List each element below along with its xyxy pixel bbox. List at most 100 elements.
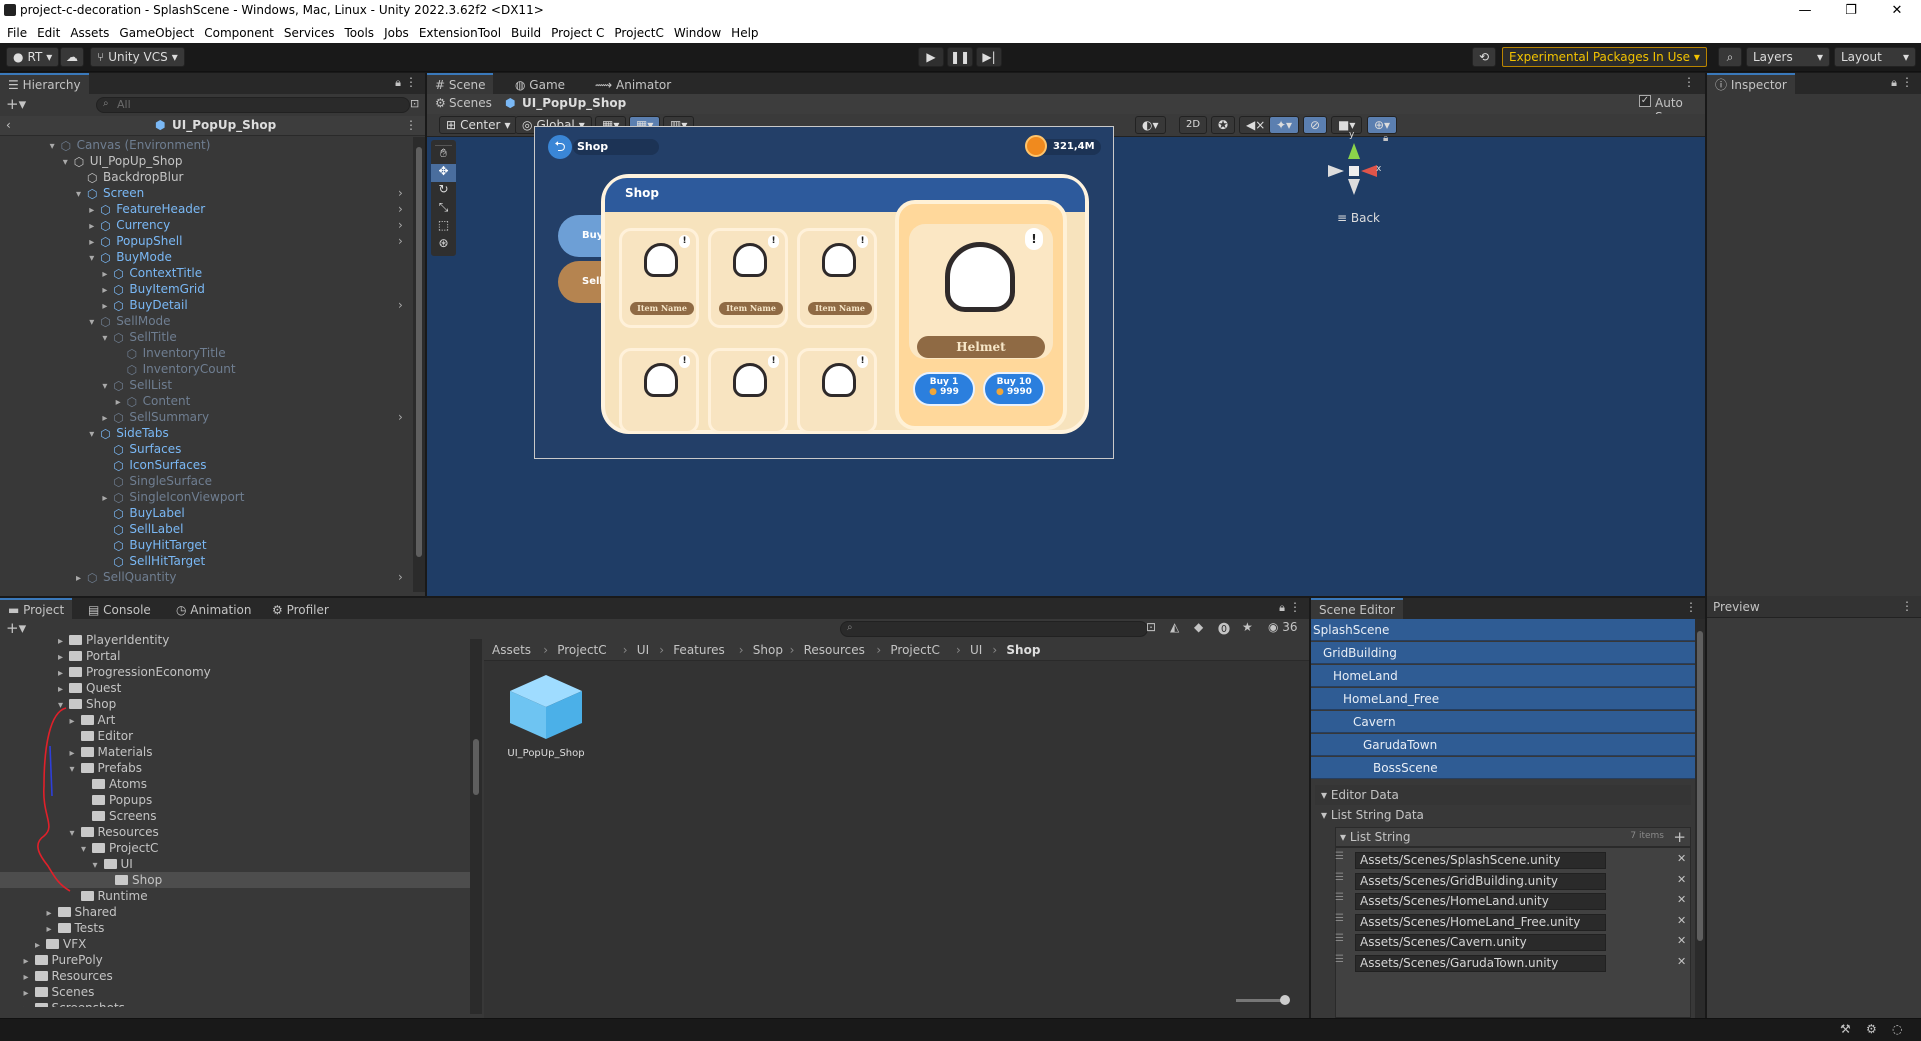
drag-handle-icon[interactable]: ☰ <box>1335 851 1344 862</box>
experimental-packages-dropdown[interactable]: Experimental Packages In Use ▾ <box>1502 47 1707 67</box>
tab-animation[interactable]: ◷ Animation <box>168 598 260 619</box>
auto-save-checkbox[interactable]: ✓ <box>1639 95 1651 107</box>
hierarchy-row[interactable]: ▸ ⬡ Content <box>0 393 412 409</box>
scene-button[interactable]: GarudaTown <box>1311 734 1695 756</box>
bug-icon[interactable]: ⚒ <box>1840 1022 1851 1036</box>
hierarchy-row[interactable]: ▸ ⬡ Currency › <box>0 217 412 233</box>
list-string-header[interactable]: ▾ List String 7 items + <box>1335 827 1691 847</box>
hierarchy-row[interactable]: ⬡ Surfaces <box>0 441 412 457</box>
editor-data-foldout[interactable]: ▾ Editor Data <box>1315 785 1691 805</box>
favorite-star-icon[interactable]: ★ <box>1242 620 1253 634</box>
activity-icon[interactable]: ◌ <box>1892 1022 1902 1036</box>
tab-inspector[interactable]: ⓘ Inspector <box>1707 73 1795 94</box>
remove-item-icon[interactable]: ✕ <box>1677 852 1686 865</box>
pivot-dropdown[interactable]: ⊞ Center ▾ <box>439 116 518 134</box>
lighting-button[interactable]: ✪ <box>1211 116 1236 134</box>
scene-editor-scrollbar[interactable] <box>1695 619 1705 1018</box>
info-badge[interactable]: ! <box>1025 228 1043 250</box>
add-item-icon[interactable]: + <box>1673 828 1686 846</box>
remove-item-icon[interactable]: ✕ <box>1677 873 1686 886</box>
lock-icon[interactable]: 🔒︎ <box>395 76 401 90</box>
hierarchy-row[interactable]: ▾ ⬡ SellMode <box>0 313 412 329</box>
network-icon[interactable]: ⚙ <box>1866 1022 1877 1036</box>
hierarchy-row[interactable]: ▾ ⬡ BuyMode <box>0 249 412 265</box>
scene-button[interactable]: HomeLand_Free <box>1311 688 1695 710</box>
shop-item-card[interactable]: ! <box>708 348 788 434</box>
error-filter-icon[interactable]: ⓿ <box>1218 620 1230 637</box>
tab-hierarchy[interactable]: ☰ Hierarchy <box>0 73 89 94</box>
list-string-item[interactable]: Assets/Scenes/HomeLand_Free.unity <box>1355 913 1606 931</box>
scene-button[interactable]: HomeLand <box>1311 665 1695 687</box>
lock-icon[interactable]: 🔒︎ <box>1279 601 1285 615</box>
project-folder-row[interactable]: ▸ Tests <box>0 920 470 936</box>
chevron-right-icon[interactable]: › <box>398 297 403 313</box>
shop-item-card[interactable]: ! <box>619 348 699 434</box>
filter-type-icon[interactable]: ◭ <box>1170 620 1179 634</box>
info-badge[interactable]: ! <box>857 355 868 368</box>
audio-button[interactable]: ◀× <box>1239 116 1273 134</box>
tab-scene[interactable]: # Scene <box>427 73 494 94</box>
draw-mode-dropdown[interactable]: ◐▾ <box>1135 116 1166 134</box>
hierarchy-scrollbar[interactable] <box>413 137 425 592</box>
breadcrumb-item[interactable]: Assets <box>492 643 531 657</box>
breadcrumb-item[interactable]: Features <box>673 643 725 657</box>
list-string-data-foldout[interactable]: ▾ List String Data <box>1315 805 1691 825</box>
lock-icon[interactable]: 🔒︎ <box>1891 76 1897 90</box>
project-folder-row[interactable]: ▸ PlayerIdentity <box>0 632 470 648</box>
account-dropdown[interactable]: ● RT ▾ <box>6 47 60 67</box>
info-badge[interactable]: ! <box>857 235 868 248</box>
kebab-menu-icon[interactable]: ⋮ <box>1289 600 1301 614</box>
vcs-dropdown[interactable]: ⑂ Unity VCS ▾ <box>90 47 185 67</box>
shop-item-card[interactable]: ! Item Name <box>708 228 788 328</box>
hierarchy-row[interactable]: ▾ ⬡ UI_PopUp_Shop <box>0 153 412 169</box>
menu-extensiontool[interactable]: ExtensionTool <box>414 23 506 43</box>
hierarchy-row[interactable]: ▾ ⬡ Screen › <box>0 185 412 201</box>
hierarchy-row[interactable]: ▸ ⬡ FeatureHeader › <box>0 201 412 217</box>
label-icon[interactable]: ◆ <box>1194 620 1203 634</box>
hierarchy-row[interactable]: ⬡ IconSurfaces <box>0 457 412 473</box>
menu-services[interactable]: Services <box>279 23 340 43</box>
project-search-input[interactable]: ⌕ <box>840 621 1148 637</box>
scene-button[interactable]: SplashScene <box>1311 619 1695 641</box>
menu-assets[interactable]: Assets <box>65 23 114 43</box>
chevron-right-icon[interactable]: › <box>398 569 403 585</box>
tab-console[interactable]: ▤ Console <box>80 598 159 619</box>
breadcrumb-item[interactable]: ProjectC <box>557 643 606 657</box>
info-badge[interactable]: ! <box>768 235 779 248</box>
list-string-item[interactable]: Assets/Scenes/SplashScene.unity <box>1355 852 1606 869</box>
filter-icon[interactable]: ⊡ <box>410 97 419 110</box>
hierarchy-row[interactable]: ▸ ⬡ ContextTitle <box>0 265 412 281</box>
hierarchy-search-input[interactable]: ⌕ All <box>96 97 410 113</box>
effects-button[interactable]: ✦▾ <box>1269 116 1300 134</box>
foldout-arrow-icon[interactable]: ▸ <box>24 1002 35 1007</box>
orientation-gizmo[interactable]: y x <box>1322 130 1382 207</box>
close-button[interactable]: ✕ <box>1874 0 1920 22</box>
rotate-tool-icon[interactable]: ↻ <box>431 182 456 200</box>
remove-item-icon[interactable]: ✕ <box>1677 955 1686 968</box>
list-string-item[interactable]: Assets/Scenes/HomeLand.unity <box>1355 893 1606 910</box>
search-button[interactable]: ⌕ <box>1718 47 1742 67</box>
toggle-2d-button[interactable]: 2D <box>1179 116 1208 134</box>
menu-help[interactable]: Help <box>726 23 763 43</box>
rect-tool-icon[interactable]: ⬚ <box>431 218 456 236</box>
history-button[interactable]: ⟲ <box>1472 47 1496 67</box>
project-folder-row[interactable]: ▸ Quest <box>0 680 470 696</box>
buy-1-button[interactable]: Buy 1 ● 999 <box>913 372 975 406</box>
zoom-slider[interactable] <box>1236 995 1290 1005</box>
tab-scene-editor[interactable]: Scene Editor <box>1311 598 1403 619</box>
hidden-objects-button[interactable]: ⊘ <box>1303 116 1328 134</box>
scene-viewport[interactable]: ✋︎ ✥ ↻ ⤡ ⬚ ⊛ y x 🔒︎ ≡ Back ⮌ Shop 321,4M <box>427 126 1705 596</box>
tab-game[interactable]: ◍ Game <box>507 73 574 94</box>
list-string-item[interactable]: Assets/Scenes/GarudaTown.unity <box>1355 954 1606 972</box>
menu-component[interactable]: Component <box>199 23 279 43</box>
kebab-menu-icon[interactable]: ⋮ <box>1901 599 1913 613</box>
hierarchy-row[interactable]: ⬡ SingleSurface <box>0 473 412 489</box>
kebab-menu-icon[interactable]: ⋮ <box>1901 75 1913 89</box>
step-button[interactable]: ▶| <box>976 47 1002 67</box>
project-folder-row[interactable]: ▸ Portal <box>0 648 470 664</box>
remove-item-icon[interactable]: ✕ <box>1677 893 1686 906</box>
hierarchy-row[interactable]: ⬡ SellHitTarget <box>0 553 412 569</box>
minimize-button[interactable]: — <box>1782 0 1828 22</box>
buy-10-button[interactable]: Buy 10 ● 9990 <box>983 372 1045 406</box>
remove-item-icon[interactable]: ✕ <box>1677 914 1686 927</box>
